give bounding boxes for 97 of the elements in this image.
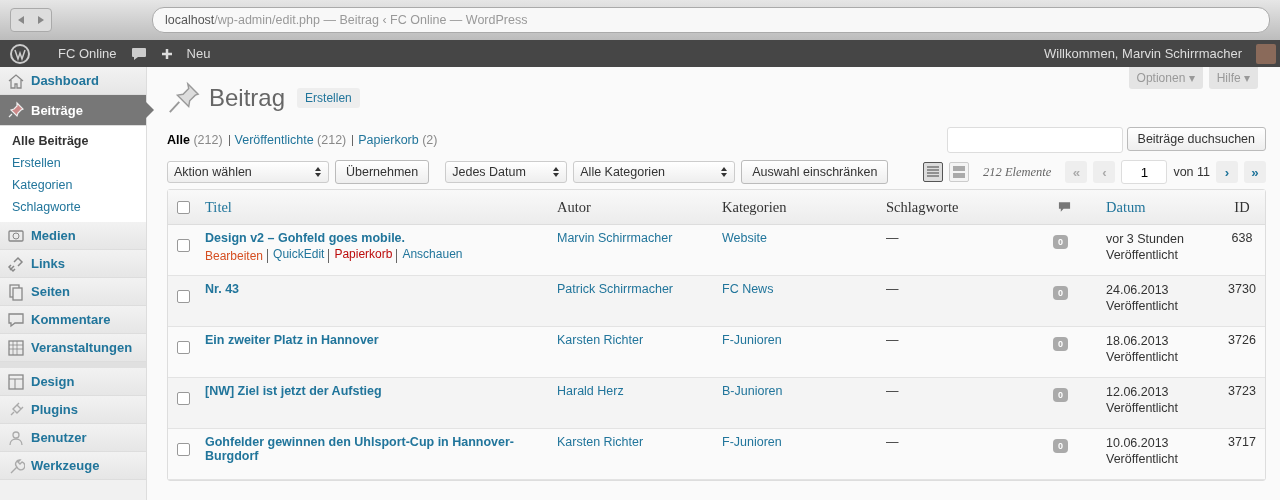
tags-cell-text: — — [886, 435, 900, 449]
post-title-link[interactable]: Design v2 – Gohfeld goes mobile. — [205, 231, 550, 245]
tags-cell-text: — — [886, 282, 900, 296]
site-name-link[interactable]: FC Online — [58, 46, 117, 61]
author-link[interactable]: Marvin Schirrmacher — [557, 231, 715, 245]
status-cell-text: Veröffentlicht — [1106, 247, 1180, 263]
comment-bubble-icon[interactable] — [130, 46, 147, 61]
post-title-link[interactable]: [NW] Ziel ist jetzt der Aufstieg — [205, 384, 550, 398]
chain-link-icon — [7, 254, 25, 273]
next-page-button[interactable]: › — [1216, 161, 1238, 183]
date-cell-text: 12.06.2013 — [1106, 384, 1170, 400]
row-checkbox[interactable] — [177, 443, 190, 456]
column-sort-link[interactable]: Titel — [205, 198, 550, 216]
column-header: ID — [1234, 198, 1250, 216]
row-checkbox[interactable] — [177, 341, 190, 354]
pages-icon — [7, 282, 25, 301]
id-cell: 3723 — [1228, 384, 1256, 398]
list-view-icon[interactable] — [923, 162, 943, 182]
date-filter-select[interactable]: Jedes Datum — [445, 161, 568, 183]
row-action-link[interactable]: Anschauen — [396, 249, 463, 263]
column-header: Autor — [557, 198, 592, 216]
add-new-button[interactable]: Erstellen — [297, 88, 360, 108]
submenu-item[interactable]: Schlagworte — [0, 196, 146, 218]
category-link[interactable]: FC News — [722, 282, 879, 296]
post-title-link[interactable]: Gohfelder gewinnen den Uhlsport-Cup in Hannover-Burgdorf — [205, 435, 550, 463]
page-total: von 11 — [1173, 165, 1210, 179]
search-field[interactable] — [946, 127, 1123, 153]
date-cell-text: 10.06.2013 — [1106, 435, 1170, 451]
submenu-item[interactable]: Kategorien — [0, 174, 146, 196]
submenu-item[interactable]: Alle Beiträge — [0, 130, 146, 152]
id-cell: 3726 — [1228, 333, 1256, 347]
calendar-icon — [7, 338, 25, 357]
author-link[interactable]: Karsten Richter — [557, 435, 715, 449]
column-sort-link[interactable]: Datum — [1106, 198, 1212, 216]
sidebar-item[interactable]: Design — [0, 362, 146, 396]
up-down-arrows-icon — [314, 166, 322, 178]
address-path: /wp-admin/edit.php — Beitrag ‹ FC Online — WordPress — [214, 13, 528, 27]
author-link[interactable]: Patrick Schirrmacher — [557, 282, 715, 296]
row-checkbox[interactable] — [177, 239, 190, 252]
user-icon — [7, 428, 25, 447]
row-action-link[interactable]: Bearbeiten — [205, 249, 264, 263]
author-link[interactable]: Karsten Richter — [557, 333, 715, 347]
new-link[interactable]: Neu — [186, 46, 211, 61]
date-cell-text: 24.06.2013 — [1106, 282, 1170, 298]
up-down-arrows-icon — [552, 166, 561, 178]
layout-icon — [7, 372, 25, 391]
column-header: Schlagworte — [886, 198, 960, 216]
submenu-item[interactable]: Erstellen — [0, 152, 146, 174]
address-bar[interactable]: localhost/wp-admin/edit.php — Beitrag ‹ FC Online — WordPress — [152, 7, 1270, 33]
category-link[interactable]: B-Junioren — [722, 384, 879, 398]
row-action-link[interactable]: QuickEdit — [267, 249, 325, 263]
wordpress-logo-icon[interactable] — [10, 43, 30, 64]
date-cell-text: vor 3 Stunden — [1106, 231, 1185, 247]
category-link[interactable]: F-Junioren — [722, 333, 879, 347]
id-cell: 638 — [1231, 231, 1253, 245]
last-page-button[interactable]: » — [1244, 161, 1266, 183]
up-down-arrows-icon — [720, 166, 729, 178]
page-number-field[interactable]: 1 — [1121, 160, 1168, 184]
post-title-link[interactable]: Nr. 43 — [205, 282, 550, 296]
search-button[interactable]: Beiträge duchsuchen — [1126, 127, 1266, 151]
status-cell-text: Veröffentlicht — [1106, 349, 1180, 365]
post-title-link[interactable]: Ein zweiter Platz in Hannover — [205, 333, 550, 347]
tags-cell-text: — — [886, 231, 900, 245]
filter-link[interactable]: Papierkorb (2) — [352, 134, 438, 146]
author-link[interactable]: Harald Herz — [557, 384, 715, 398]
row-checkbox[interactable] — [177, 290, 190, 303]
select-all-checkbox[interactable] — [177, 200, 190, 214]
back-forward-button[interactable] — [10, 8, 52, 32]
id-cell: 3717 — [1228, 435, 1256, 449]
greeting-link[interactable]: Willkommen, Marvin Schirrmacher — [1044, 46, 1242, 61]
category-link[interactable]: Website — [722, 231, 879, 245]
row-action-link[interactable]: Papierkorb — [328, 249, 393, 263]
id-cell: 3730 — [1228, 282, 1256, 296]
category-filter-select[interactable]: Alle Kategorien — [573, 161, 736, 183]
speech-bubble-icon — [7, 310, 25, 329]
category-link[interactable]: F-Junioren — [722, 435, 879, 449]
status-cell-text: Veröffentlicht — [1106, 400, 1180, 416]
status-cell-text: Veröffentlicht — [1106, 298, 1180, 314]
tags-cell-text: — — [886, 384, 900, 398]
avatar-placeholder — [1256, 43, 1276, 64]
excerpt-view-icon[interactable] — [949, 162, 969, 182]
bulk-action-select[interactable]: Aktion wählen — [167, 161, 329, 183]
date-cell-text: 18.06.2013 — [1106, 333, 1170, 349]
plus-icon[interactable] — [160, 47, 173, 60]
row-checkbox[interactable] — [177, 392, 190, 405]
filter-link[interactable]: Alle (212) — [167, 133, 223, 147]
pushpin-icon — [7, 101, 25, 119]
item-count: 212 Elemente — [983, 164, 1052, 180]
filter-button[interactable]: Auswahl einschränken — [741, 160, 889, 184]
apply-button[interactable]: Übernehmen — [335, 160, 430, 184]
column-header: Kategorien — [722, 198, 788, 216]
pushpin-icon — [167, 81, 201, 115]
filter-link[interactable]: Veröffentlichte (212) — [228, 134, 347, 146]
page-title: Beitrag — [209, 84, 286, 112]
tags-cell-text: — — [886, 333, 900, 347]
address-host: localhost — [165, 13, 215, 27]
status-cell-text: Veröffentlicht — [1106, 451, 1180, 467]
